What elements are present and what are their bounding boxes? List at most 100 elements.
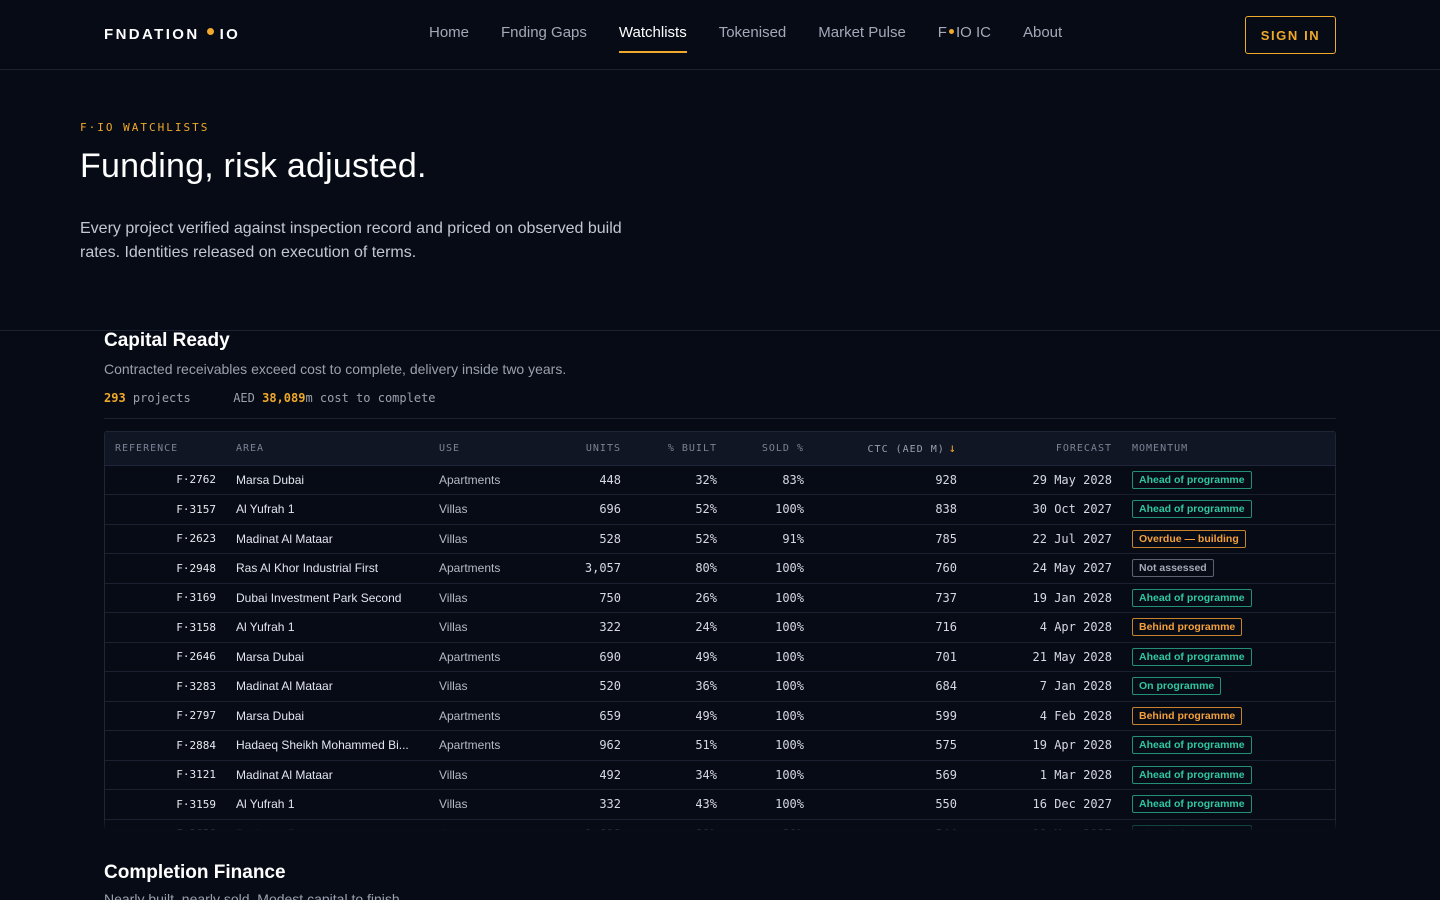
cell-momentum: Not assessed	[1122, 554, 1335, 584]
cell-ref: F·2884	[176, 738, 216, 752]
nav-market-pulse[interactable]: Market Pulse	[818, 24, 906, 53]
table-header-row: REFERENCE AREA USE UNITS % BUILT SOLD % …	[105, 432, 1335, 466]
cell-ctc: 838	[935, 502, 957, 517]
capital-ready-title: Capital Ready	[104, 330, 230, 351]
table-row[interactable]: F·2656Business BayApartments1,61880%80%5…	[105, 819, 1335, 830]
nav-funding-gaps[interactable]: Fnding Gaps	[501, 24, 587, 53]
capital-ready-table-container[interactable]: REFERENCE AREA USE UNITS % BUILT SOLD % …	[104, 431, 1336, 831]
nav-dot-icon	[948, 29, 954, 34]
cell-forecast: 4 Feb 2028	[1039, 708, 1112, 723]
cell-area: Dubai Investment Park Second	[236, 590, 402, 605]
cell-use: Villas	[439, 531, 468, 546]
col-units[interactable]: UNITS	[549, 432, 631, 466]
col-built[interactable]: % BUILT	[631, 432, 727, 466]
cell-momentum: Ahead of programme	[1122, 642, 1335, 672]
cell-ctc: 785	[935, 531, 957, 546]
momentum-badge: Behind programme	[1132, 618, 1243, 637]
cell-forecast: 16 Dec 2027	[1032, 797, 1112, 812]
cell-sold: 100%	[775, 561, 804, 576]
cell-momentum: Ahead of programme	[1122, 790, 1335, 820]
cell-forecast: 4 Apr 2028	[1039, 620, 1112, 635]
table-row[interactable]: F·3159 Al Yufrah 1 Villas 332 43% 100% 550 16 D…	[105, 790, 1335, 820]
nav-tokenised[interactable]: Tokenised	[719, 24, 787, 53]
nav-fio-ic[interactable]: F IO IC	[938, 24, 991, 53]
cell-units: 690	[599, 649, 621, 664]
cell-sold: 100%	[775, 649, 804, 664]
nav-home[interactable]: Home	[429, 24, 469, 53]
col-sold[interactable]: SOLD %	[727, 432, 814, 466]
table-row[interactable]: F·2623 Madinat Al Mataar Villas 528 52% 91% 78…	[105, 524, 1335, 554]
table-row[interactable]: F·2762 Marsa Dubai Apartments 448 32% 83% 928 2…	[105, 465, 1335, 495]
cell-units: 1,618	[549, 819, 631, 830]
nav-about[interactable]: About	[1023, 24, 1062, 53]
cell-forecast: 24 May 2027	[1032, 561, 1112, 576]
cell-sold: 100%	[775, 620, 804, 635]
logo-text-left: FNDATION	[104, 26, 200, 43]
col-momentum[interactable]: MOMENTUM	[1122, 432, 1335, 466]
nav-fio-ic-left: F	[937, 24, 947, 41]
section-divider	[104, 418, 1336, 419]
cell-ref: F·2656	[105, 819, 226, 830]
sign-in-button[interactable]: SIGN IN	[1245, 16, 1336, 54]
table-row[interactable]: F·3157 Al Yufrah 1 Villas 696 52% 100% 838 30 O…	[105, 495, 1335, 524]
completion-finance-title: Completion Finance	[104, 862, 286, 883]
momentum-badge: Overdue — building	[1132, 529, 1246, 548]
cell-built: 52%	[695, 531, 717, 546]
cell-built: 24%	[695, 620, 717, 635]
nav-watchlists[interactable]: Watchlists	[618, 24, 687, 53]
col-reference[interactable]: REFERENCE	[105, 432, 226, 466]
cell-ref: F·3159	[176, 797, 216, 811]
col-forecast[interactable]: FORECAST	[967, 432, 1122, 466]
col-ctc-label: CTC (AED M)	[867, 444, 945, 456]
table-row[interactable]: F·3121 Madinat Al Mataar Villas 492 34% 100% 5…	[105, 760, 1335, 790]
cell-use: Apartments	[439, 472, 501, 487]
table-row[interactable]: F·2948 Ras Al Khor Industrial First Apartm…	[105, 554, 1335, 584]
table-row[interactable]: F·2797 Marsa Dubai Apartments 659 49% 100% 599…	[105, 701, 1335, 731]
cell-ref: F·3121	[176, 768, 216, 782]
cell-built: 32%	[695, 472, 717, 487]
cell-use: Villas	[439, 797, 468, 812]
table-row[interactable]: F·2884 Hadaeq Sheikh Mohammed Bi... Apartm…	[105, 731, 1335, 760]
cell-sold: 100%	[775, 502, 804, 517]
cell-built: 34%	[695, 767, 717, 782]
cell-units: 962	[599, 738, 621, 753]
brand-logo[interactable]: FNDATION IO	[104, 26, 240, 43]
cell-use: Villas	[439, 679, 468, 694]
cell-ref: F·3283	[176, 679, 216, 693]
cell-units: 448	[599, 472, 621, 487]
cell-ctc: 575	[935, 738, 957, 753]
cell-ref: F·3169	[176, 591, 216, 605]
cell-forecast: 22 Jul 2027	[1032, 531, 1112, 546]
col-ctc[interactable]: CTC (AED M) ↓	[814, 432, 967, 466]
cell-ctc: 550	[935, 797, 957, 812]
cell-area: Madinat Al Mataar	[236, 531, 333, 546]
momentum-badge: Ahead of programme	[1132, 588, 1252, 607]
cell-ctc: 684	[935, 679, 957, 694]
ctc-suffix: m cost to complete	[305, 391, 436, 405]
hero-eyebrow: F·IO WATCHLISTS	[80, 121, 210, 134]
cell-built: 26%	[695, 590, 717, 605]
table-row[interactable]: F·3169 Dubai Investment Park Second Villas…	[105, 583, 1335, 613]
cell-use: Apartments	[439, 708, 501, 723]
cell-ref: F·2797	[176, 709, 216, 723]
cell-built: 51%	[695, 738, 717, 753]
hero-description: Every project verified against inspectio…	[80, 220, 622, 261]
table-row[interactable]: F·3283 Madinat Al Mataar Villas 520 36% 100% 6…	[105, 672, 1335, 702]
cell-use: Apartments	[439, 738, 501, 753]
cell-momentum: On programme	[1122, 672, 1335, 702]
col-use[interactable]: USE	[429, 432, 549, 466]
cell-ref: F·2646	[176, 650, 216, 664]
table-row[interactable]: F·3158 Al Yufrah 1 Villas 322 24% 100% 716 4 Ap…	[105, 613, 1335, 642]
table-row[interactable]: F·2646 Marsa Dubai Apartments 690 49% 100% 701…	[105, 642, 1335, 672]
cell-forecast: 19 Apr 2028	[1032, 738, 1112, 753]
cell-sold: 100%	[775, 767, 804, 782]
momentum-badge: Ahead of programme	[1132, 736, 1252, 755]
cell-sold: 100%	[775, 797, 804, 812]
ctc-prefix: AED	[233, 391, 255, 405]
cell-area: Madinat Al Mataar	[236, 679, 333, 694]
cell-built: 80%	[631, 819, 727, 830]
col-area[interactable]: AREA	[226, 432, 429, 466]
cell-sold: 100%	[775, 679, 804, 694]
cell-forecast: 29 May 2028	[1032, 472, 1112, 487]
cell-use: Villas	[439, 590, 468, 605]
